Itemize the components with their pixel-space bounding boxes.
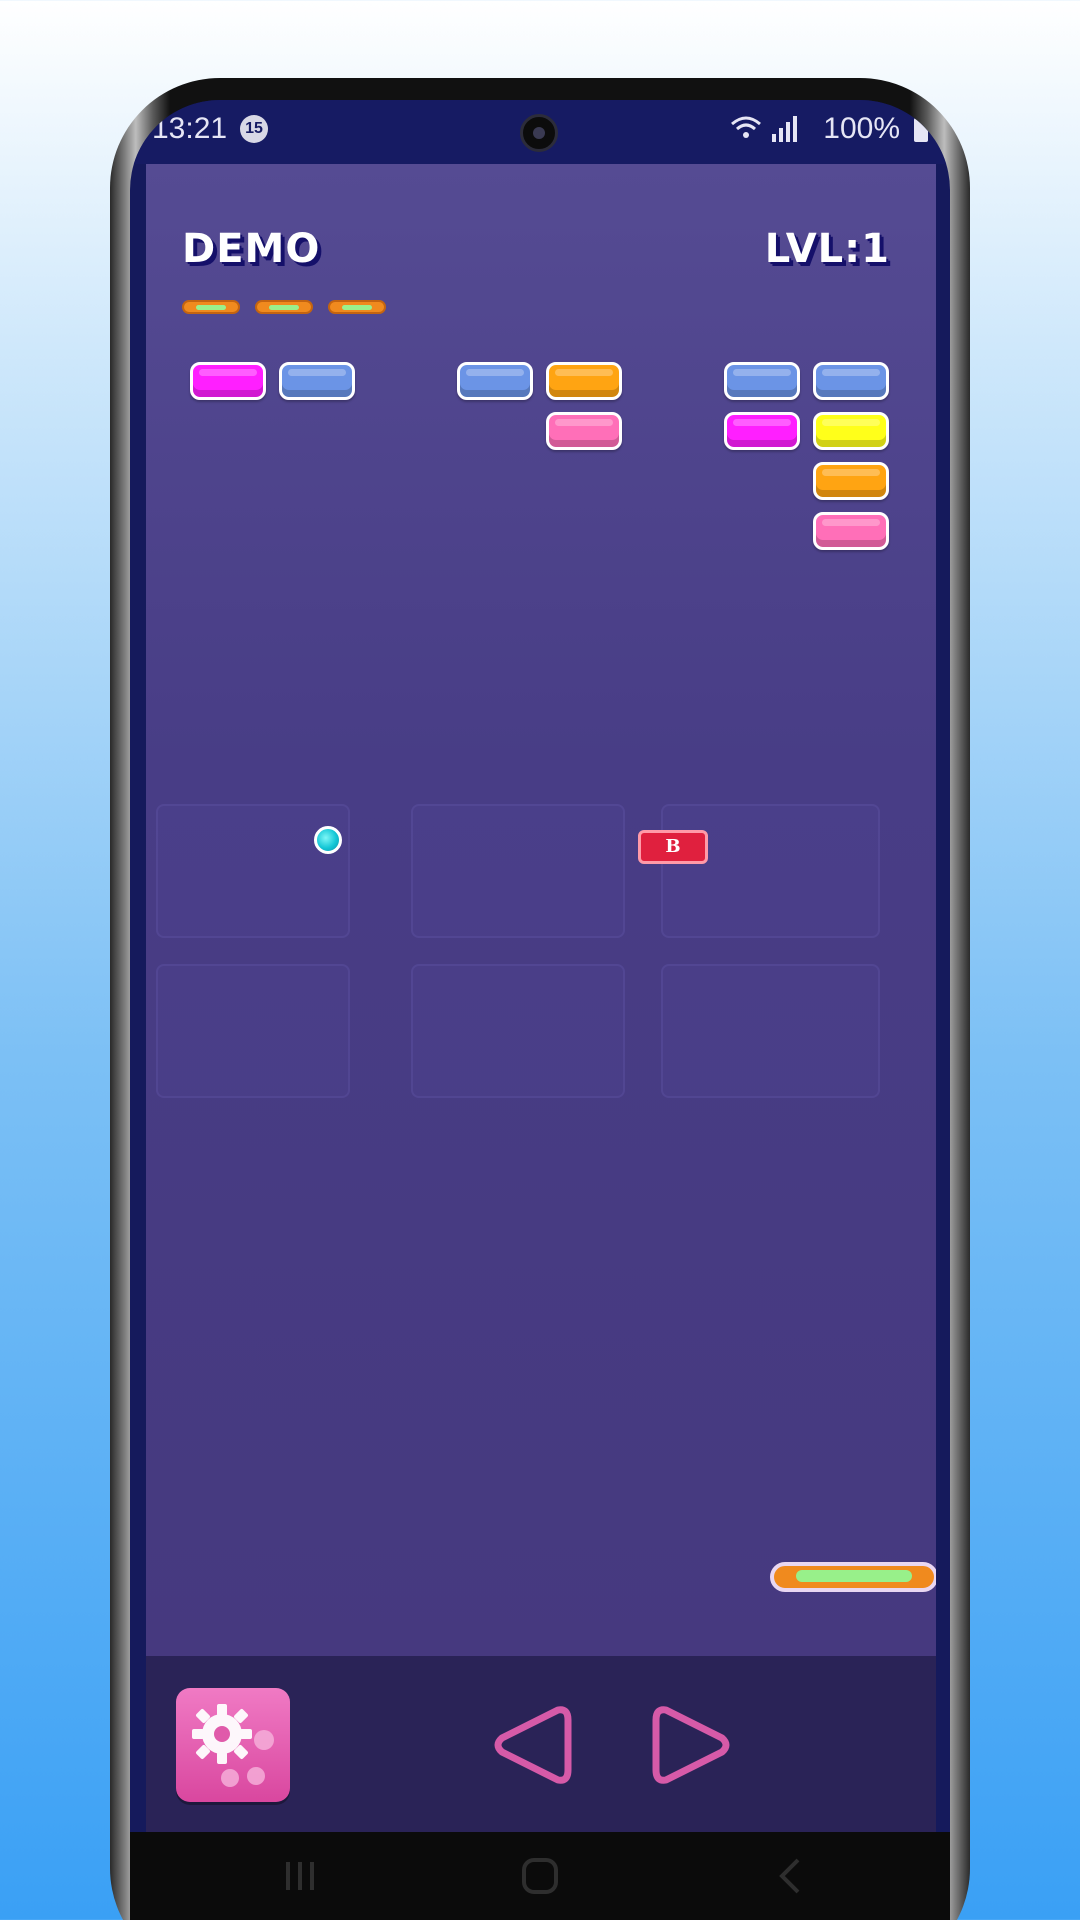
life-paddle-icon [182, 300, 240, 314]
back-icon[interactable] [770, 1856, 810, 1896]
notification-badge: 15 [240, 115, 268, 143]
powerup-capsule: B [638, 830, 708, 864]
background-tile [411, 964, 625, 1098]
life-paddle-icon [255, 300, 313, 314]
brick [190, 362, 266, 400]
recent-apps-icon[interactable] [280, 1856, 320, 1896]
control-bar [146, 1656, 936, 1832]
life-paddle-icon [328, 300, 386, 314]
player-paddle[interactable] [770, 1562, 936, 1592]
background-tile [156, 804, 350, 938]
move-right-button[interactable] [648, 1700, 738, 1790]
front-camera [520, 114, 558, 152]
brick [813, 462, 889, 500]
move-left-button[interactable] [486, 1700, 576, 1790]
level-label: LVL:1 [764, 226, 890, 272]
brick [279, 362, 355, 400]
ball [314, 826, 342, 854]
system-nav-bar [130, 1832, 950, 1920]
gear-icon [192, 1704, 274, 1787]
phone-screen: 13:21 15 100% DEMO LVL:1 B [130, 100, 950, 1920]
brick [546, 362, 622, 400]
wifi-icon [731, 116, 797, 142]
brick [546, 412, 622, 450]
brick [724, 412, 800, 450]
brick [813, 362, 889, 400]
battery-percent: 100% [823, 112, 900, 145]
settings-button[interactable] [176, 1688, 290, 1802]
brick [457, 362, 533, 400]
triangle-left-icon [494, 1706, 572, 1784]
demo-label: DEMO [182, 226, 321, 272]
brick [724, 362, 800, 400]
status-time: 13:21 [152, 112, 228, 145]
game-board[interactable]: DEMO LVL:1 B [146, 164, 936, 1656]
background-tile [661, 964, 880, 1098]
home-icon[interactable] [520, 1856, 560, 1896]
status-bar: 13:21 15 100% [130, 100, 950, 164]
brick [813, 412, 889, 450]
background-tile [156, 964, 350, 1098]
background-tile [411, 804, 625, 938]
signal-icons [728, 112, 800, 151]
triangle-right-icon [652, 1706, 730, 1784]
brick [813, 512, 889, 550]
battery-icon [914, 118, 928, 142]
background-tile [661, 804, 880, 938]
